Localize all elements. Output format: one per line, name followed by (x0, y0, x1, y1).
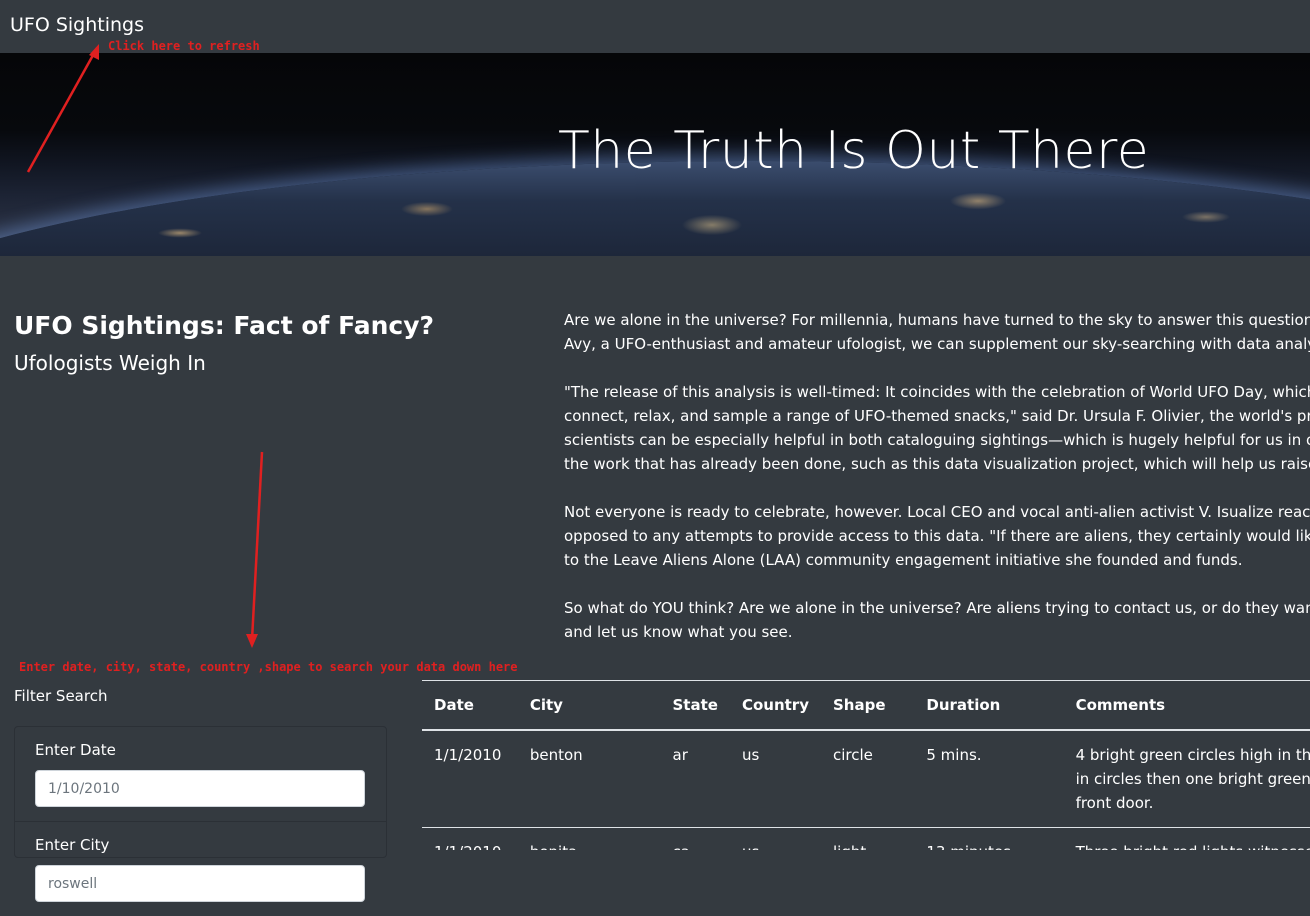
article-paragraph: Are we alone in the universe? For millen… (564, 308, 1310, 356)
filter-arrow-head (246, 634, 258, 648)
cell-date: 1/1/2010 (422, 827, 518, 850)
cell-country: us (729, 730, 821, 828)
table-row: 1/1/2010 benton ar us circle 5 mins. 4 b… (422, 730, 1310, 828)
cell-comments: Three bright red lights witnessed floati… (1063, 827, 1310, 850)
article-title-sub: Ufologists Weigh In (14, 351, 206, 375)
hero-banner: The Truth Is Out There (0, 53, 1310, 256)
cell-comments: 4 bright green circles high in the sky g… (1063, 730, 1310, 828)
header-shape: Shape (820, 680, 915, 731)
article-title-main: UFO Sightings: Fact of Fancy? (14, 311, 435, 340)
refresh-annotation: Click here to refresh (108, 39, 260, 53)
filter-item-city: Enter City (15, 822, 386, 916)
article-line: Are we alone in the universe? For millen… (564, 311, 1310, 329)
article-line: Avy, a UFO-enthusiast and amateur ufolog… (564, 335, 1310, 353)
article-title: UFO Sightings: Fact of Fancy? Ufologists… (14, 309, 514, 382)
filter-arrow (250, 451, 264, 641)
filter-annotation: Enter date, city, state, country ,shape … (19, 660, 518, 674)
cell-date: 1/1/2010 (422, 730, 518, 828)
article-line: the work that has already been done, suc… (564, 455, 1310, 473)
cell-shape: circle (820, 730, 915, 828)
article-line: opposed to any attempts to provide acces… (564, 527, 1310, 545)
header-city: City (517, 680, 661, 731)
header-state: State (660, 680, 730, 731)
header-comments: Comments (1063, 680, 1310, 731)
cell-shape: light (820, 827, 915, 850)
header-duration: Duration (914, 680, 1064, 731)
article-line: "The release of this analysis is well-ti… (564, 383, 1310, 401)
filter-item-date: Enter Date (15, 727, 386, 822)
cell-city: bonita (517, 827, 661, 850)
cell-duration: 5 mins. (914, 730, 1064, 828)
article-line: and let us know what you see. (564, 623, 793, 641)
article-line: connect, relax, and sample a range of UF… (564, 407, 1310, 425)
header-date: Date (422, 680, 518, 731)
date-input[interactable] (35, 770, 365, 807)
article-paragraph: So what do YOU think? Are we alone in th… (564, 596, 1310, 644)
filter-search-heading: Filter Search (14, 687, 108, 705)
cell-city: benton (517, 730, 661, 828)
city-input[interactable] (35, 865, 365, 902)
article-line: to the Leave Aliens Alone (LAA) communit… (564, 551, 1243, 569)
brand-link[interactable]: UFO Sightings (10, 14, 144, 36)
filter-card: Enter Date Enter City (14, 726, 387, 902)
ufo-table: Date City State Country Shape Duration C… (422, 680, 1310, 850)
header-country: Country (729, 680, 821, 731)
date-label: Enter Date (35, 741, 116, 759)
cell-state: ar (660, 730, 730, 828)
cell-country: us (729, 827, 821, 850)
article-line: So what do YOU think? Are we alone in th… (564, 599, 1310, 617)
hero-title: The Truth Is Out There (558, 121, 1150, 181)
table-row: 1/1/2010 bonita ca us light 13 minutes T… (422, 827, 1310, 850)
table-header-row: Date City State Country Shape Duration C… (422, 680, 1310, 731)
cell-state: ca (660, 827, 730, 850)
article-body: Are we alone in the universe? For millen… (564, 308, 1310, 668)
ufo-table-container: Date City State Country Shape Duration C… (422, 680, 1310, 850)
city-label: Enter City (35, 836, 110, 854)
article-paragraph: Not everyone is ready to celebrate, howe… (564, 500, 1310, 572)
article-line: Not everyone is ready to celebrate, howe… (564, 503, 1310, 521)
article-line: scientists can be especially helpful in … (564, 431, 1310, 449)
article-paragraph: "The release of this analysis is well-ti… (564, 380, 1310, 476)
cell-duration: 13 minutes (914, 827, 1064, 850)
